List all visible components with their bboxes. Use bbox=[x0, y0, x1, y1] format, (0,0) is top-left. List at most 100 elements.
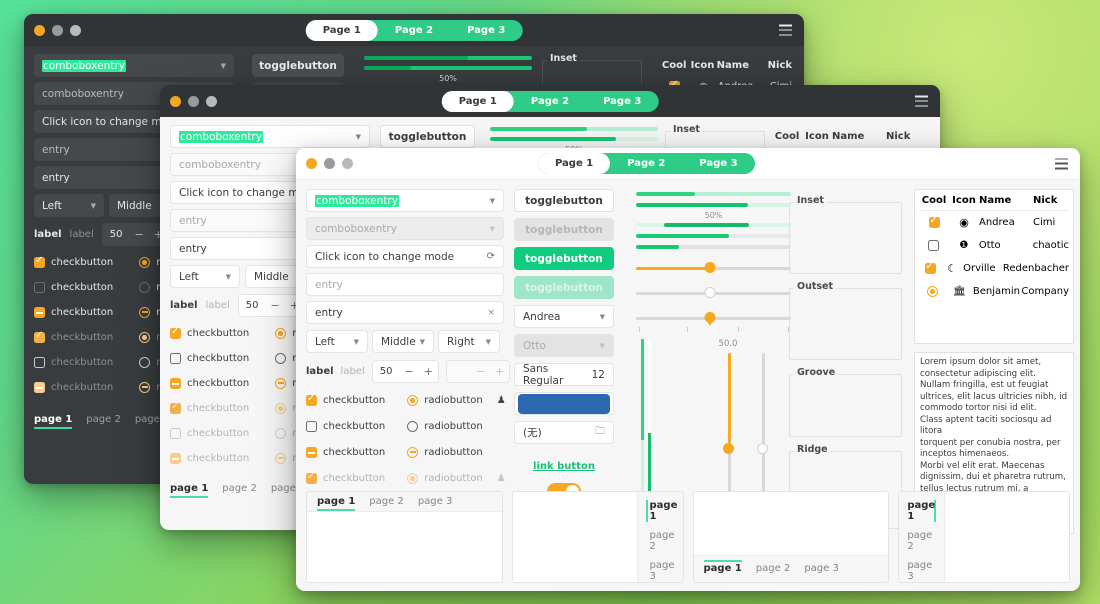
nb-bottom-tab-3[interactable]: page 3 bbox=[804, 560, 839, 578]
nb-bottom-tab-1[interactable]: page 1 bbox=[704, 560, 742, 578]
row-checkbox-on[interactable] bbox=[928, 215, 940, 228]
mode-entry[interactable]: Click icon to change mode ⟳ bbox=[306, 245, 504, 268]
minimize-dot[interactable] bbox=[52, 24, 63, 36]
comboboxentry-selected[interactable]: comboboxentry ▼ bbox=[170, 125, 370, 148]
nb-tab-page-1[interactable]: page 1 bbox=[170, 483, 208, 498]
maximize-dot[interactable] bbox=[70, 24, 81, 36]
hamburger-menu-icon[interactable] bbox=[915, 95, 928, 107]
spin2-plus[interactable]: + bbox=[490, 365, 509, 378]
close-dot[interactable] bbox=[170, 95, 181, 107]
combo-name[interactable]: Andrea ▼ bbox=[514, 305, 614, 328]
nb-tab-page-2[interactable]: page 2 bbox=[222, 483, 257, 498]
minimize-dot[interactable] bbox=[188, 95, 199, 107]
dropdown-right[interactable]: Right ▼ bbox=[438, 330, 500, 353]
tab-page-2[interactable]: Page 2 bbox=[610, 153, 682, 174]
tab-page-2[interactable]: Page 2 bbox=[514, 91, 586, 112]
maximize-dot[interactable] bbox=[206, 95, 217, 107]
table-row[interactable]: 🏛 Benjamin Company bbox=[919, 280, 1069, 303]
checkbox-mixed[interactable] bbox=[306, 447, 317, 458]
close-dot[interactable] bbox=[306, 158, 317, 169]
nb-left-tab-1[interactable]: page 1 bbox=[907, 500, 936, 522]
row-checkbox-on[interactable] bbox=[924, 261, 936, 274]
tab-page-3[interactable]: Page 3 bbox=[450, 20, 522, 41]
entry-placeholder[interactable]: entry bbox=[306, 273, 504, 296]
radio-off[interactable] bbox=[275, 353, 287, 364]
maximize-dot[interactable] bbox=[342, 158, 353, 169]
checkbox-off[interactable] bbox=[306, 421, 317, 432]
color-chooser-button[interactable] bbox=[514, 392, 614, 415]
nb-right-tab-3[interactable]: page 3 bbox=[646, 560, 675, 582]
link-button[interactable]: link button bbox=[533, 461, 595, 472]
spinbutton[interactable]: 50 − + bbox=[101, 223, 169, 246]
tab-page-3[interactable]: Page 3 bbox=[682, 153, 754, 174]
header-tabs-front[interactable]: Page 1 Page 2 Page 3 bbox=[538, 153, 755, 174]
notebook-tabs-right[interactable]: page 1 page 2 page 3 bbox=[511, 491, 684, 583]
hamburger-menu-icon[interactable] bbox=[1055, 158, 1068, 169]
spinbutton-empty[interactable]: − + bbox=[445, 360, 511, 383]
checkbox-on[interactable] bbox=[170, 326, 181, 339]
radio-on[interactable] bbox=[139, 257, 151, 268]
comboboxentry-selected[interactable]: comboboxentry ▼ bbox=[34, 54, 234, 77]
col-header-name[interactable]: Name bbox=[979, 195, 1033, 206]
spin-plus[interactable]: + bbox=[419, 365, 438, 378]
radio-on[interactable] bbox=[407, 395, 419, 406]
window-front-light[interactable]: Page 1 Page 2 Page 3 comboboxentry ▼ com… bbox=[296, 148, 1080, 591]
col-header-cool[interactable]: Cool bbox=[919, 195, 949, 206]
header-tabs-back[interactable]: Page 1 Page 2 Page 3 bbox=[305, 19, 523, 41]
col-header-icon[interactable]: Icon bbox=[949, 195, 979, 206]
header-tabs-middle[interactable]: Page 1 Page 2 Page 3 bbox=[441, 90, 659, 112]
minimize-dot[interactable] bbox=[324, 158, 335, 169]
window-controls-back[interactable] bbox=[34, 24, 81, 36]
spinbutton-value[interactable]: 50 − + bbox=[371, 360, 439, 383]
window-controls-middle[interactable] bbox=[170, 95, 217, 107]
dropdown-middle[interactable]: Middle ▼ bbox=[372, 330, 434, 353]
col-header-nick[interactable]: Nick bbox=[1033, 195, 1069, 206]
checkbox-on[interactable] bbox=[34, 255, 45, 268]
nb-tab-page-1[interactable]: page 1 bbox=[34, 414, 72, 429]
tab-page-1[interactable]: Page 1 bbox=[441, 90, 514, 112]
window-controls-front[interactable] bbox=[306, 158, 353, 169]
spin-minus[interactable]: − bbox=[129, 228, 148, 241]
row-radio-on[interactable] bbox=[926, 286, 938, 297]
tab-page-1[interactable]: Page 1 bbox=[538, 153, 611, 174]
table-row[interactable]: ◉ Andrea Cimi bbox=[919, 211, 1069, 234]
titlebar-front[interactable]: Page 1 Page 2 Page 3 bbox=[296, 148, 1080, 180]
tree-view-table[interactable]: Cool Icon Name Nick ◉ Andrea Cimi bbox=[914, 189, 1074, 344]
togglebutton-normal-back[interactable]: togglebutton bbox=[252, 54, 344, 77]
radio-mixed[interactable] bbox=[407, 447, 419, 458]
spin-minus[interactable]: − bbox=[399, 365, 418, 378]
checkbox-on[interactable] bbox=[306, 393, 317, 406]
checkbox-mixed[interactable] bbox=[34, 307, 45, 318]
radio-off[interactable] bbox=[407, 421, 419, 432]
radio-off[interactable] bbox=[139, 282, 151, 293]
table-row[interactable]: ❶ Otto chaotic bbox=[919, 234, 1069, 257]
checkbox-off[interactable] bbox=[34, 282, 45, 293]
spinbutton[interactable]: 50 − + bbox=[237, 294, 305, 317]
checkbox-off[interactable] bbox=[170, 353, 181, 364]
hamburger-menu-icon[interactable] bbox=[779, 24, 792, 36]
dropdown-left[interactable]: Left ▼ bbox=[170, 265, 240, 288]
close-dot[interactable] bbox=[34, 24, 45, 36]
nb-left-tab-2[interactable]: page 2 bbox=[907, 530, 936, 552]
nb-top-tab-1[interactable]: page 1 bbox=[317, 496, 355, 511]
comboboxentry-selected[interactable]: comboboxentry ▼ bbox=[306, 189, 504, 212]
togglebutton-normal-middle[interactable]: togglebutton bbox=[380, 125, 475, 148]
togglebutton-normal[interactable]: togglebutton bbox=[514, 189, 614, 212]
clear-icon[interactable]: × bbox=[487, 308, 495, 318]
titlebar-back[interactable]: Page 1 Page 2 Page 3 bbox=[24, 14, 804, 46]
radio-mixed[interactable] bbox=[139, 307, 151, 318]
titlebar-middle[interactable]: Page 1 Page 2 Page 3 bbox=[160, 85, 940, 117]
spin-minus[interactable]: − bbox=[265, 299, 284, 312]
radio-on[interactable] bbox=[275, 328, 287, 339]
dropdown-left[interactable]: Left ▼ bbox=[306, 330, 368, 353]
table-row[interactable]: ☾ Orville Redenbacher bbox=[919, 257, 1069, 280]
scale-marks[interactable] bbox=[636, 261, 791, 275]
font-button[interactable]: Sans Regular 12 bbox=[514, 363, 614, 387]
nb-right-tab-1[interactable]: page 1 bbox=[646, 500, 678, 522]
togglebutton-active[interactable]: togglebutton bbox=[514, 247, 614, 270]
radio-mixed[interactable] bbox=[275, 378, 287, 389]
notebook-tabs-top[interactable]: page 1 page 2 page 3 bbox=[306, 491, 503, 583]
refresh-icon[interactable]: ⟳ bbox=[487, 251, 495, 262]
tab-page-3[interactable]: Page 3 bbox=[586, 91, 658, 112]
entry-filled[interactable]: entry × bbox=[306, 301, 504, 324]
